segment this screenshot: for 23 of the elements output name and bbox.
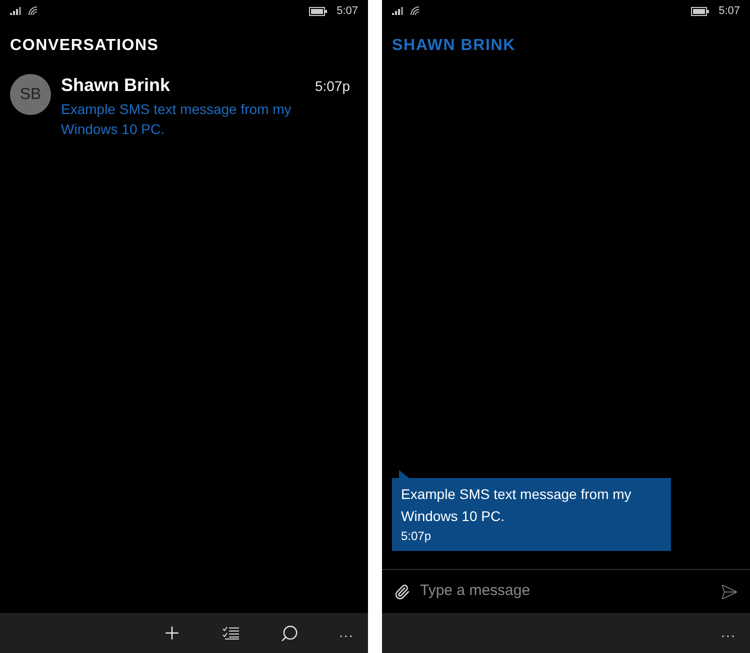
message-time: 5:07p (401, 528, 432, 545)
more-button[interactable]: ... (721, 623, 736, 643)
select-list-icon[interactable] (222, 626, 240, 640)
message-time: 5:07p (314, 77, 351, 96)
clock-time: 5:07 (336, 4, 358, 19)
more-button[interactable]: ... (339, 623, 354, 643)
battery-icon (690, 6, 709, 16)
contact-name[interactable]: Shawn Brink (61, 72, 170, 99)
message-text: Example SMS text message from my Windows 10 PC. (401, 485, 632, 526)
message-field[interactable]: Type a message (420, 580, 710, 603)
battery-icon (308, 6, 327, 16)
signal-icon (10, 7, 22, 15)
send-icon[interactable] (720, 582, 738, 600)
wifi-icon (410, 6, 421, 16)
attach-icon[interactable] (394, 584, 410, 600)
clock-time: 5:07 (718, 4, 740, 19)
page-title: CONVERSATIONS (9, 36, 160, 56)
signal-icon (392, 7, 404, 15)
search-icon[interactable] (280, 624, 300, 642)
wifi-icon (28, 6, 39, 16)
avatar: SB (10, 74, 51, 115)
message-preview: Example SMS text message from my Windows 10 PC. (61, 100, 292, 139)
contact-title: SHAWN BRINK (391, 36, 516, 56)
